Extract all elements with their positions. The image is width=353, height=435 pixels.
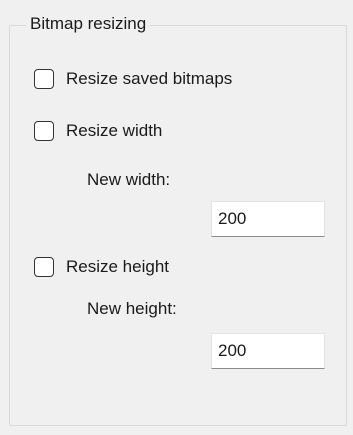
new-height-label: New height: bbox=[87, 299, 177, 318]
resize-width-box[interactable] bbox=[34, 121, 54, 141]
resize-width-checkbox[interactable]: Resize width bbox=[34, 118, 162, 144]
bitmap-resizing-panel: Bitmap resizing Resize saved bitmaps Res… bbox=[0, 0, 353, 435]
new-width-label: New width: bbox=[87, 170, 171, 189]
resize-height-label: Resize height bbox=[66, 257, 170, 276]
new-height-input[interactable] bbox=[211, 333, 325, 369]
resize-saved-bitmaps-label: Resize saved bitmaps bbox=[66, 69, 233, 88]
resize-saved-bitmaps-box[interactable] bbox=[34, 69, 54, 89]
resize-height-box[interactable] bbox=[34, 257, 54, 277]
resize-width-label: Resize width bbox=[66, 121, 163, 140]
groupbox-title: Bitmap resizing bbox=[26, 13, 151, 35]
new-width-input[interactable] bbox=[211, 201, 325, 237]
resize-height-checkbox[interactable]: Resize height bbox=[34, 254, 169, 280]
resize-saved-bitmaps-checkbox[interactable]: Resize saved bitmaps bbox=[34, 66, 232, 92]
